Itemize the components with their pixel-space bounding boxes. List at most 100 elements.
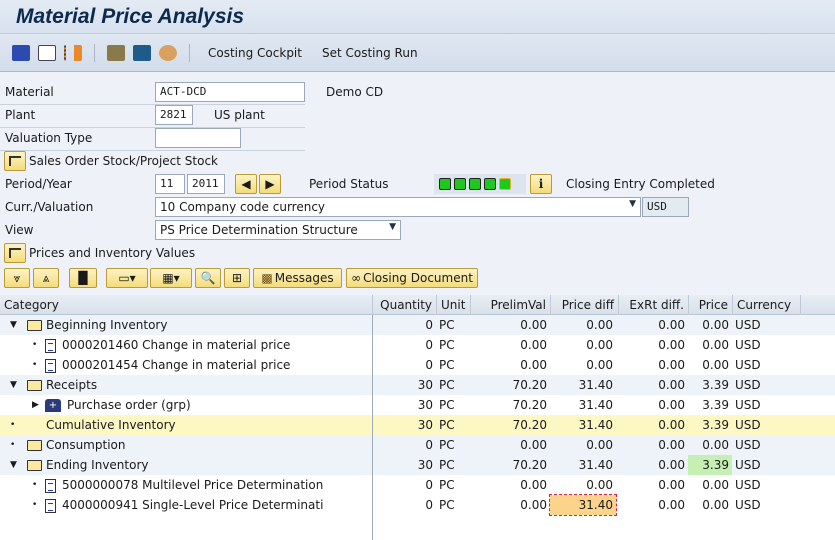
category-cell[interactable]: 4000000941 Single-Level Price Determinat… <box>42 495 372 515</box>
info-icon: i <box>538 177 544 191</box>
prices-inventory-label: Prices and Inventory Values <box>29 246 196 260</box>
columns-icon[interactable] <box>133 44 151 61</box>
hierarchy-toggle-icon <box>9 156 21 166</box>
category-cell[interactable]: + Purchase order (grp) <box>42 395 372 415</box>
column-header-currency[interactable]: Currency <box>732 295 800 315</box>
price-cell: 0.00 <box>702 498 729 512</box>
column-header-prelimval[interactable]: PrelimVal <box>470 295 550 315</box>
status-light-icon <box>484 178 496 190</box>
column-header-exrt-diff[interactable]: ExRt diff. <box>618 295 688 315</box>
column-header-price-diff[interactable]: Price diff <box>550 295 618 315</box>
app-toolbar: Costing Cockpit Set Costing Run <box>0 34 835 72</box>
price-diff-cell: 0.00 <box>586 478 613 492</box>
expand-all-button[interactable]: ⩔ <box>4 268 30 288</box>
quantity-cell: 0 <box>425 358 433 372</box>
column-header-unit[interactable]: Unit <box>436 295 470 315</box>
expand-toggle[interactable]: ▼ <box>10 375 17 395</box>
sales-order-stock-toggle[interactable] <box>4 151 26 171</box>
table-row[interactable]: ▶ + Purchase order (grp) 30 PC 70.20 31.40 0.00… <box>0 395 835 415</box>
arrow-right-icon: ▶ <box>265 177 275 191</box>
info-button[interactable]: i <box>530 174 552 194</box>
plant-input[interactable]: 2821 <box>155 105 193 125</box>
price-cell: 3.39 <box>702 378 729 392</box>
category-cell[interactable]: Consumption <box>24 435 372 455</box>
column-header-category[interactable]: Category <box>0 295 372 315</box>
set-costing-run-button[interactable]: Set Costing Run <box>316 46 424 60</box>
table-row[interactable]: ▼ Receipts 30 PC 70.20 31.40 0.00 3.39 USD <box>0 375 835 395</box>
column-header-quantity[interactable]: Quantity <box>372 295 436 315</box>
category-label: 0000201460 Change in material price <box>62 338 291 352</box>
collapse-all-button[interactable]: ⩓ <box>33 268 59 288</box>
currency-cell: USD <box>735 498 761 512</box>
zoom-button[interactable]: 🔍 <box>195 268 221 288</box>
currency-valuation-select[interactable]: 10 Company code currency ▼ <box>155 197 641 217</box>
closing-document-button[interactable]: ∞ Closing Document <box>346 268 478 288</box>
expand-toggle[interactable]: ▼ <box>10 315 17 335</box>
prices-inventory-toggle[interactable] <box>4 243 26 263</box>
status-light-icon <box>439 178 451 190</box>
expand-toggle[interactable]: ▶ <box>32 395 39 415</box>
table-row[interactable]: • 5000000078 Multilevel Price Determinati… <box>0 475 835 495</box>
table-row[interactable]: • Cumulative Inventory 30 PC 70.20 31.40 0.00 3… <box>0 415 835 435</box>
currency-valuation-value: 10 Company code currency <box>160 200 326 214</box>
category-cell[interactable]: 0000201460 Change in material price <box>42 335 372 355</box>
price-diff-cell: 31.40 <box>549 494 617 516</box>
category-cell[interactable]: 5000000078 Multilevel Price Determinatio… <box>42 475 372 495</box>
collapse-icon: ⩓ <box>42 270 50 285</box>
document-icon[interactable] <box>107 44 125 61</box>
hierarchy-button[interactable]: ⊞ <box>224 268 250 288</box>
period-input[interactable]: 11 <box>155 174 185 194</box>
table-row[interactable]: • Consumption 0 PC 0.00 0.00 0.00 0.00 USD <box>0 435 835 455</box>
view-value: PS Price Determination Structure <box>160 223 358 237</box>
messages-button[interactable]: ▩ Messages <box>253 268 342 288</box>
currency-cell: USD <box>735 478 761 492</box>
category-cell[interactable]: 0000201454 Change in material price <box>42 355 372 375</box>
table-row[interactable]: ▼ Beginning Inventory 0 PC 0.00 0.00 0.00 0.00 U… <box>0 315 835 335</box>
valuation-type-label: Valuation Type <box>5 131 93 145</box>
find-icon[interactable] <box>159 44 177 61</box>
print-button[interactable]: ▭▾ <box>106 268 148 288</box>
expand-icon: ⩔ <box>13 270 21 285</box>
material-input[interactable]: ACT-DCD <box>155 82 305 102</box>
leaf-bullet: • <box>32 340 38 350</box>
table-row[interactable]: • 0000201454 Change in material price 0 PC 0… <box>0 355 835 375</box>
find-button[interactable]: ▐▌ <box>69 268 97 288</box>
plant-label: Plant <box>5 108 36 122</box>
price-cell: 0.00 <box>702 438 729 452</box>
year-input[interactable]: 2011 <box>187 174 225 194</box>
leaf-bullet: • <box>10 440 16 450</box>
next-period-button[interactable]: ▶ <box>259 174 281 194</box>
expand-toggle[interactable]: ▼ <box>10 455 17 475</box>
previous-period-button[interactable]: ◀ <box>235 174 257 194</box>
magnifier-icon: 🔍 <box>200 271 216 285</box>
category-cell[interactable]: Receipts <box>24 375 372 395</box>
exrt-diff-cell: 0.00 <box>658 358 685 372</box>
category-cell[interactable]: Cumulative Inventory <box>24 415 372 435</box>
status-light-icon <box>469 178 481 190</box>
category-label: Receipts <box>46 378 98 392</box>
price-cell: 0.00 <box>702 338 729 352</box>
exrt-diff-cell: 0.00 <box>658 478 685 492</box>
column-divider <box>372 315 373 540</box>
layout-button[interactable]: ▦▾ <box>150 268 192 288</box>
unit-cell: PC <box>439 338 455 352</box>
period-status-lights <box>434 174 526 194</box>
category-cell[interactable]: Ending Inventory <box>24 455 372 475</box>
closing-document-label: Closing Document <box>363 271 473 285</box>
details-icon[interactable] <box>38 44 56 61</box>
table-row[interactable]: ▼ Ending Inventory 30 PC 70.20 31.40 0.00 3.39 U… <box>0 455 835 475</box>
table-row[interactable]: • 0000201460 Change in material price 0 PC 0… <box>0 335 835 355</box>
hierarchy-icon[interactable] <box>64 44 82 61</box>
price-diff-cell: 31.40 <box>578 458 613 472</box>
category-cell[interactable]: Beginning Inventory <box>24 315 372 335</box>
costing-cockpit-button[interactable]: Costing Cockpit <box>202 46 308 60</box>
view-select[interactable]: PS Price Determination Structure ▼ <box>155 220 401 240</box>
quantity-cell: 0 <box>425 498 433 512</box>
column-header-price[interactable]: Price <box>688 295 732 315</box>
currency-cell: USD <box>735 338 761 352</box>
table-row[interactable]: • 4000000941 Single-Level Price Determina… <box>0 494 835 516</box>
prelimval-cell: 0.00 <box>520 478 547 492</box>
valuation-type-input[interactable] <box>155 128 241 148</box>
arrow-left-icon: ◀ <box>241 177 251 191</box>
refresh-icon[interactable] <box>12 44 30 61</box>
